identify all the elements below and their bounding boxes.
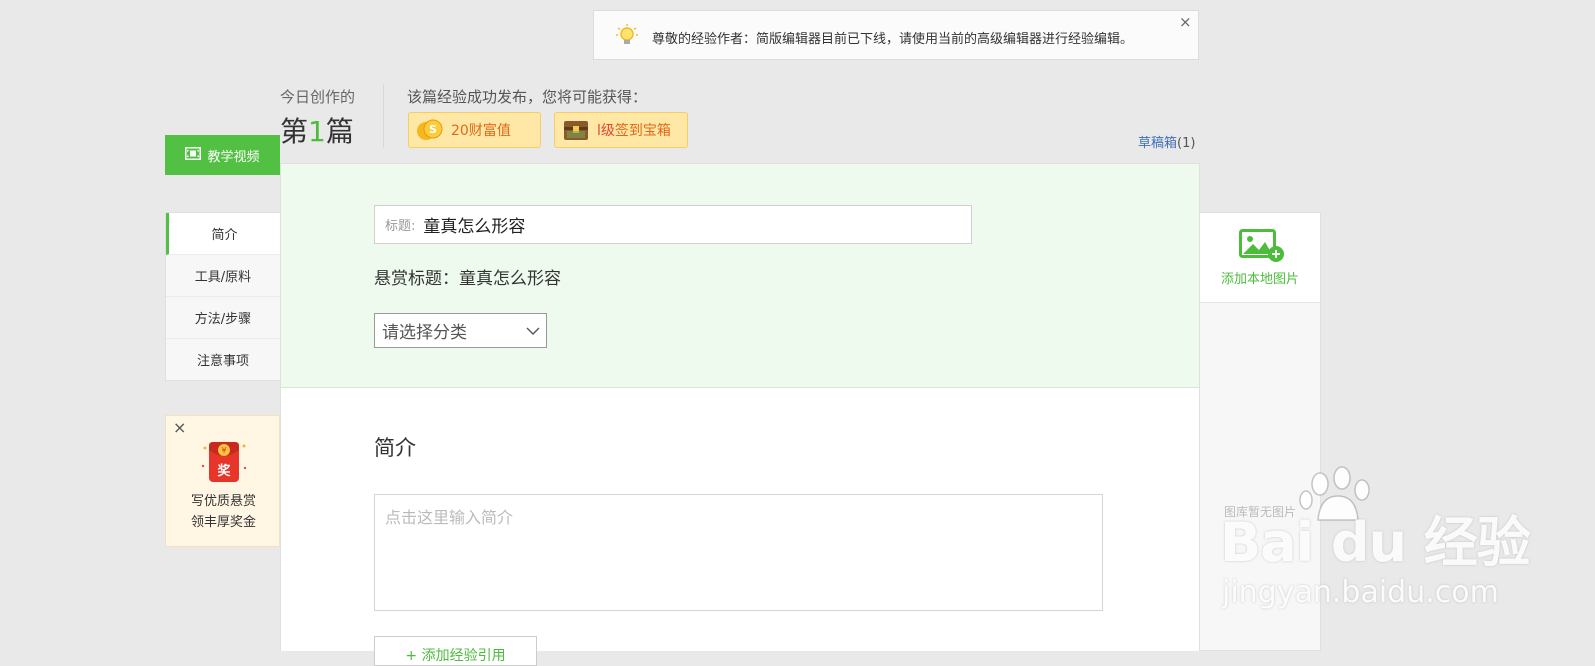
svg-text:S: S — [429, 123, 437, 136]
intro-heading: 简介 — [374, 436, 416, 460]
film-icon — [185, 146, 202, 164]
bounty-title: 悬赏标题：童真怎么形容 — [374, 269, 561, 289]
intro-placeholder: 点击这里输入简介 — [385, 508, 514, 527]
title-section: 标题: 童真怎么形容 悬赏标题：童真怎么形容 请选择分类 — [281, 164, 1199, 388]
today-count: 第1篇 — [280, 110, 354, 150]
intro-textarea[interactable]: 点击这里输入简介 — [374, 494, 1103, 611]
reward-wealth-badge: S 20财富值 — [408, 112, 541, 148]
add-image-icon — [1239, 229, 1285, 267]
reward-wealth-label: 20财富值 — [451, 123, 511, 139]
notice-close-icon[interactable]: × — [1179, 13, 1192, 31]
today-suffix: 篇 — [325, 115, 354, 148]
draft-box-link[interactable]: 草稿箱(1) — [1138, 132, 1195, 151]
today-label: 今日创作的 — [280, 88, 356, 106]
rewards-label: 该篇经验成功发布，您将可能获得： — [407, 88, 648, 106]
lightbulb-icon — [616, 24, 638, 52]
tutorial-video-button[interactable]: 教学视频 — [165, 135, 280, 175]
add-local-image-label: 添加本地图片 — [1220, 272, 1299, 287]
draft-label[interactable]: 草稿箱 — [1138, 136, 1177, 151]
watermark-url: jingyan.baidu.com — [1222, 575, 1499, 610]
red-envelope-icon: ¥ 奖 — [200, 438, 248, 490]
section-nav: 简介 工具/原料 方法/步骤 注意事项 — [165, 212, 280, 381]
tutorial-video-label: 教学视频 — [207, 149, 260, 165]
reward-box-badge: l级 签到宝箱 — [554, 112, 688, 148]
title-input[interactable]: 标题: 童真怎么形容 — [374, 205, 972, 244]
promo-line-1: 写优质悬赏 — [190, 494, 256, 509]
nav-item-tools[interactable]: 工具/原料 — [166, 255, 280, 297]
watermark-brand: Bai du 经验 — [1220, 511, 1531, 574]
notice-text: 尊敬的经验作者：简版编辑器目前已下线，请使用当前的高级编辑器进行经验编辑。 — [652, 32, 1134, 47]
treasure-chest-icon — [561, 118, 591, 142]
promo-close-icon[interactable]: × — [173, 418, 186, 437]
bounty-promo-card[interactable]: × ¥ 奖 写优质悬赏 领丰厚奖金 — [165, 415, 280, 547]
header-divider — [383, 84, 384, 148]
add-local-image-button[interactable]: 添加本地图片 — [1200, 213, 1320, 303]
promo-line-2: 领丰厚奖金 — [190, 515, 256, 530]
coin-icon: S — [415, 118, 445, 142]
promo-badge-text: 奖 — [217, 463, 231, 479]
category-select-value: 请选择分类 — [382, 323, 467, 343]
chevron-down-icon — [526, 321, 540, 341]
today-prefix: 第 — [280, 115, 309, 148]
draft-count: (1) — [1177, 136, 1196, 151]
notice-banner: 尊敬的经验作者：简版编辑器目前已下线，请使用当前的高级编辑器进行经验编辑。 × — [593, 10, 1199, 60]
title-input-label: 标题: — [385, 219, 416, 234]
nav-item-intro[interactable]: 简介 — [166, 213, 280, 255]
title-input-value[interactable]: 童真怎么形容 — [423, 212, 525, 237]
reward-box-level: l级 — [597, 123, 615, 139]
reward-box-label: 签到宝箱 — [614, 123, 671, 139]
baidu-jingyan-watermark: Bai du 经验 jingyan.baidu.com — [1220, 466, 1590, 648]
svg-text:¥: ¥ — [221, 446, 226, 455]
promo-text: 写优质悬赏 领丰厚奖金 — [166, 491, 281, 533]
editor-panel: 标题: 童真怎么形容 悬赏标题：童真怎么形容 请选择分类 简介 点击这里输入简介… — [280, 163, 1200, 666]
nav-item-notes[interactable]: 注意事项 — [166, 339, 280, 380]
today-number: 1 — [308, 115, 326, 148]
add-reference-button[interactable]: + 添加经验引用 — [374, 636, 537, 666]
category-select[interactable]: 请选择分类 — [374, 313, 547, 348]
nav-item-steps[interactable]: 方法/步骤 — [166, 297, 280, 339]
